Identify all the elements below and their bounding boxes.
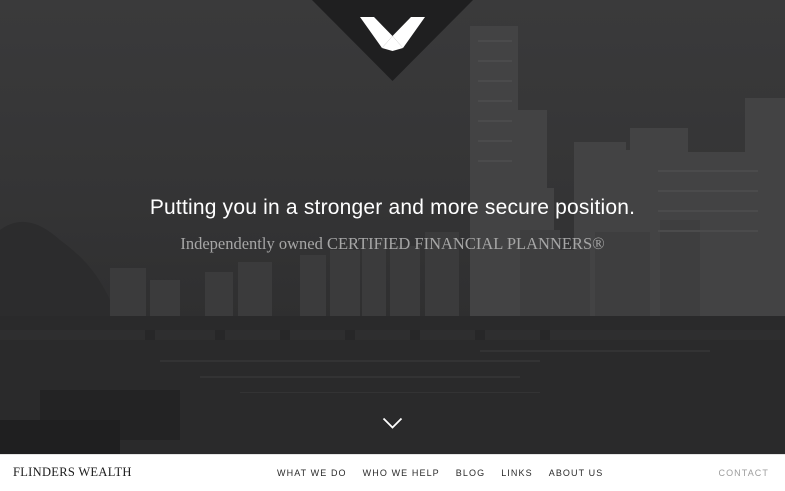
nav-link-links[interactable]: LINKS [501, 468, 533, 478]
nav-menu: WHAT WE DO WHO WE HELP BLOG LINKS ABOUT … [277, 468, 603, 478]
logo-badge[interactable] [312, 0, 473, 81]
contact-link[interactable]: CONTACT [718, 468, 769, 478]
hero-headline: Putting you in a stronger and more secur… [149, 196, 636, 219]
brand-wordmark[interactable]: FLINDERS WEALTH [13, 465, 132, 480]
nav-link-who-we-help[interactable]: WHO WE HELP [363, 468, 440, 478]
hero-subheadline: Independently owned CERTIFIED FINANCIAL … [180, 234, 605, 253]
hero-section: Putting you in a stronger and more secur… [0, 0, 785, 454]
chevron-down-icon[interactable] [382, 417, 403, 430]
navbar: FLINDERS WEALTH WHAT WE DO WHO WE HELP B… [0, 454, 785, 491]
nav-link-about-us[interactable]: ABOUT US [549, 468, 604, 478]
nav-link-what-we-do[interactable]: WHAT WE DO [277, 468, 347, 478]
nav-link-blog[interactable]: BLOG [456, 468, 485, 478]
